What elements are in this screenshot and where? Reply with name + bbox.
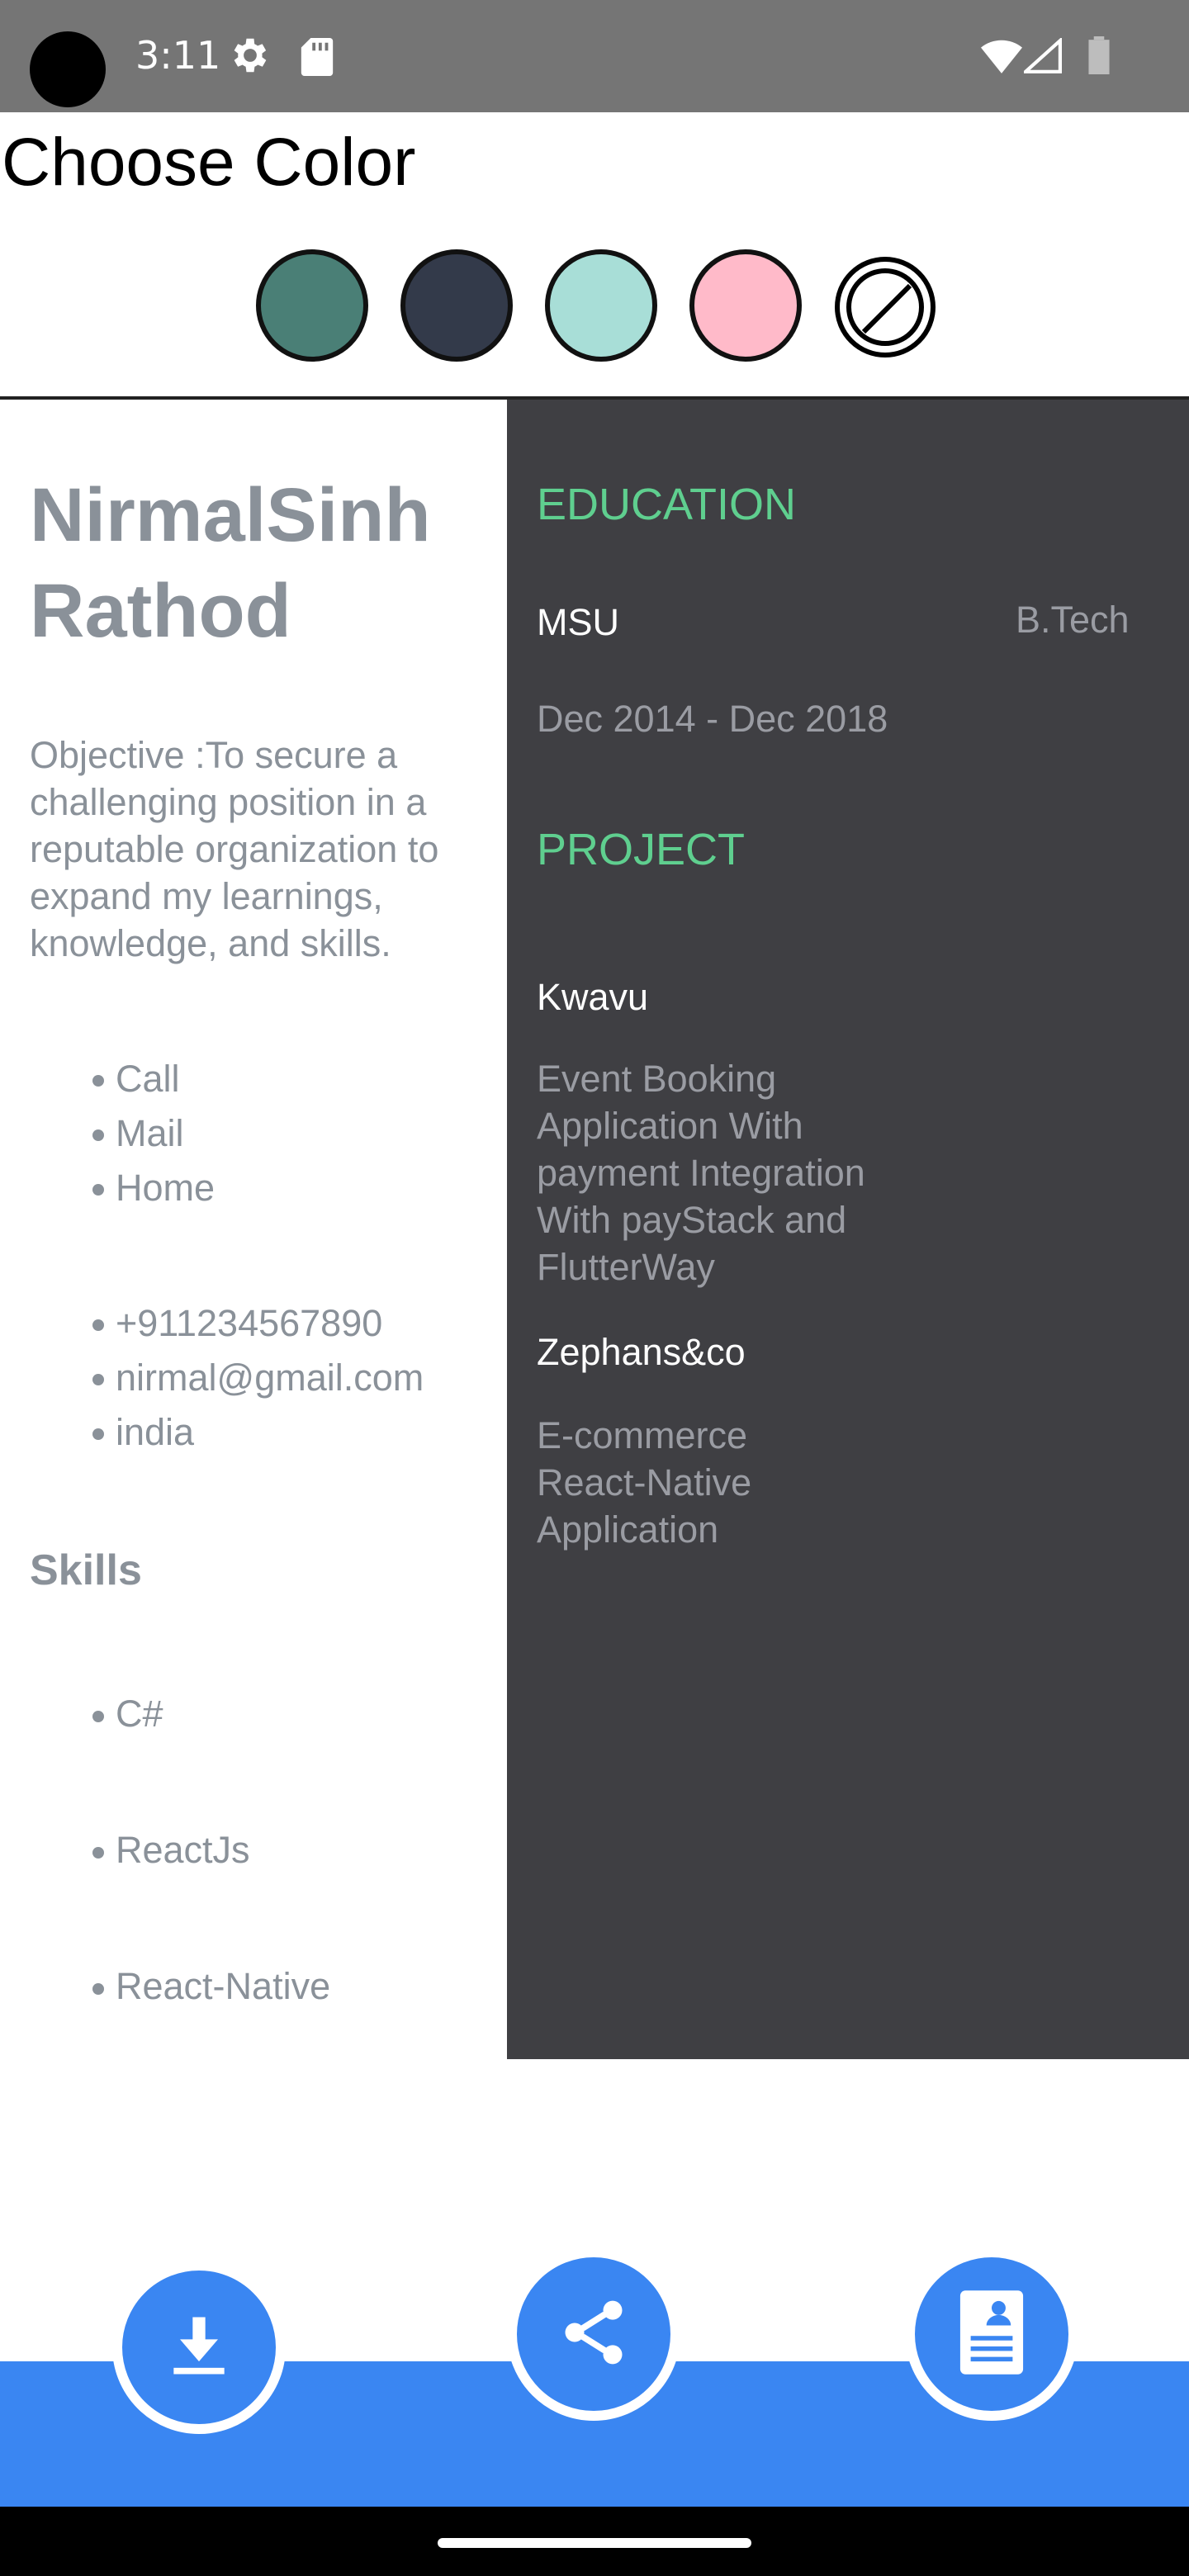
- first-name: NirmalSinh: [30, 473, 431, 557]
- resume-name: NirmalSinh Rathod: [30, 467, 492, 659]
- project-description: E-commerce React-Native Application: [537, 1414, 752, 1551]
- project-heading: PROJECT: [537, 825, 746, 874]
- education-period: Dec 2014 - Dec 2018: [537, 698, 888, 740]
- download-button[interactable]: [112, 2261, 286, 2434]
- contact-location: india: [89, 1405, 424, 1460]
- camera-cutout: [30, 31, 106, 107]
- contact-labels-list: Call Mail Home: [89, 1052, 215, 1215]
- project-description: Event Booking Application With payment I…: [537, 1058, 865, 1288]
- share-icon: [556, 2294, 632, 2374]
- status-time: 3:11: [135, 33, 221, 78]
- color-swatch-dark-slate[interactable]: [400, 249, 513, 362]
- resume-document-icon: [949, 2287, 1035, 2381]
- contact-label-home: Home: [89, 1161, 215, 1215]
- skill-item: React-Native: [89, 1965, 330, 2008]
- objective-text: Objective :To secure a challenging posit…: [30, 734, 439, 964]
- choose-color-title: Choose Color: [2, 125, 416, 200]
- skills-title: Skills: [30, 1546, 142, 1594]
- download-icon: [161, 2308, 237, 2387]
- settings-gear-icon: [228, 33, 272, 81]
- project-name: Kwavu: [537, 976, 649, 1018]
- home-indicator[interactable]: [438, 2538, 751, 2548]
- education-degree: B.Tech: [1016, 599, 1130, 641]
- project-name: Zephans&co: [537, 1331, 746, 1373]
- contact-label-call: Call: [89, 1052, 215, 1106]
- battery-icon: [1088, 36, 1110, 78]
- status-bar: 3:11: [0, 0, 1189, 112]
- wifi-icon: [981, 38, 1022, 78]
- contact-email: nirmal@gmail.com: [89, 1351, 424, 1405]
- contact-label-mail: Mail: [89, 1106, 215, 1161]
- education-school: MSU: [537, 601, 619, 643]
- contact-phone: +911234567890: [89, 1296, 424, 1351]
- skill-item: ReactJs: [89, 1829, 250, 1872]
- color-swatch-teal[interactable]: [256, 249, 368, 362]
- last-name: Rathod: [30, 569, 291, 653]
- share-button[interactable]: [507, 2247, 680, 2421]
- resume-button[interactable]: [905, 2247, 1078, 2421]
- contact-values-list: +911234567890 nirmal@gmail.com india: [89, 1296, 424, 1460]
- sd-card-icon: [301, 38, 334, 79]
- skill-item: C#: [89, 1693, 163, 1735]
- education-heading: EDUCATION: [537, 480, 797, 529]
- cell-signal-icon: [1021, 36, 1062, 78]
- color-swatch-pink[interactable]: [689, 249, 802, 362]
- color-swatch-mint[interactable]: [545, 249, 657, 362]
- block-icon[interactable]: [834, 256, 936, 362]
